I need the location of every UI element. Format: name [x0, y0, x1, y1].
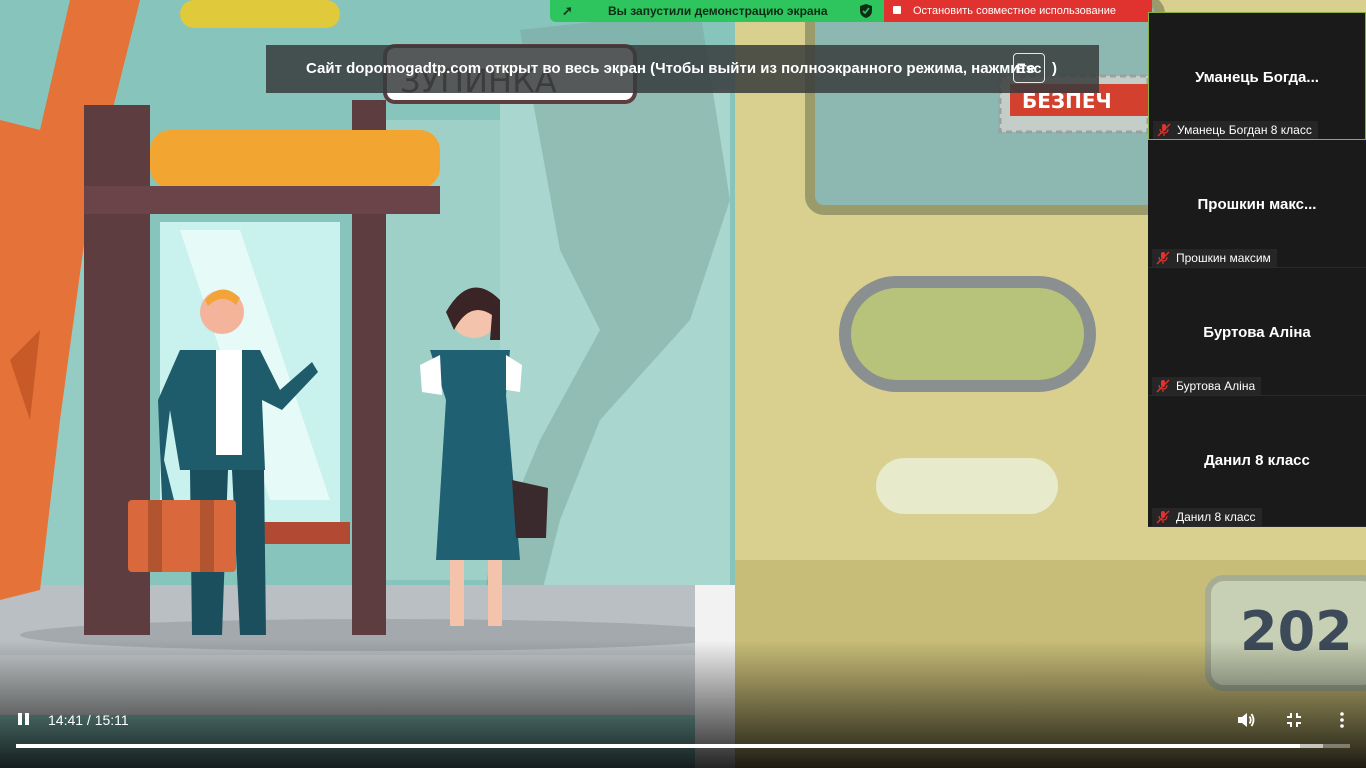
screen-share-status[interactable]: ➚ Вы запустили демонстрацию экрана: [550, 0, 884, 22]
participant-tile[interactable]: Данил 8 класс Данил 8 класс: [1148, 396, 1366, 527]
more-options-icon[interactable]: [1332, 710, 1352, 730]
share-status-label: Вы запустили демонстрацию экрана: [608, 4, 828, 18]
playback-time: 14:41 / 15:11: [48, 712, 129, 728]
pause-button[interactable]: [16, 711, 34, 729]
participant-tag: Уманець Богдан 8 класс: [1153, 121, 1318, 139]
pause-icon: [18, 713, 22, 725]
fullscreen-notice-close-paren: ): [1052, 60, 1057, 77]
participant-display-name: Буртова Аліна: [1203, 324, 1311, 341]
pause-icon-bar: [25, 713, 29, 725]
participant-tag: Данил 8 класс: [1152, 508, 1262, 526]
participant-tile[interactable]: Прошкин макс... Прошкин максим: [1148, 140, 1366, 268]
participant-display-name: Прошкин макс...: [1197, 196, 1317, 213]
participants-panel: Уманець Богда... Уманець Богдан 8 класс …: [1148, 12, 1366, 527]
muted-mic-icon: [1156, 379, 1170, 393]
participant-tag: Прошкин максим: [1152, 249, 1277, 267]
participant-label: Данил 8 класс: [1176, 510, 1256, 524]
muted-mic-icon: [1156, 251, 1170, 265]
stop-icon: [893, 6, 901, 14]
progress-bar[interactable]: [16, 744, 1350, 748]
participant-tile[interactable]: Уманець Богда... Уманець Богдан 8 класс: [1148, 12, 1366, 140]
exit-fullscreen-icon[interactable]: [1284, 710, 1304, 730]
muted-mic-icon: [1156, 510, 1170, 524]
volume-icon[interactable]: [1236, 710, 1256, 730]
esc-key-hint: Esc: [1013, 53, 1045, 83]
controls-gradient: [0, 640, 1366, 768]
participant-label: Уманець Богдан 8 класс: [1177, 123, 1312, 137]
share-arrow-icon: ➚: [562, 3, 573, 18]
participant-tile[interactable]: Буртова Аліна Буртова Аліна: [1148, 268, 1366, 396]
participant-display-name: Уманець Богда...: [1195, 69, 1319, 86]
fullscreen-notice-text: Сайт dopomogadtp.com открыт во весь экра…: [306, 60, 1036, 77]
participant-label: Прошкин максим: [1176, 251, 1271, 265]
shield-icon: [860, 4, 872, 18]
muted-mic-icon: [1157, 123, 1171, 137]
fullscreen-notice: Сайт dopomogadtp.com открыт во весь экра…: [266, 45, 1099, 93]
participant-label: Буртова Аліна: [1176, 379, 1256, 393]
participant-display-name: Данил 8 класс: [1204, 452, 1310, 469]
stop-sharing-button[interactable]: Остановить совместное использование: [884, 0, 1152, 22]
participant-tag: Буртова Аліна: [1152, 377, 1262, 395]
stop-sharing-label: Остановить совместное использование: [913, 5, 1116, 17]
progress-fill: [16, 744, 1300, 748]
